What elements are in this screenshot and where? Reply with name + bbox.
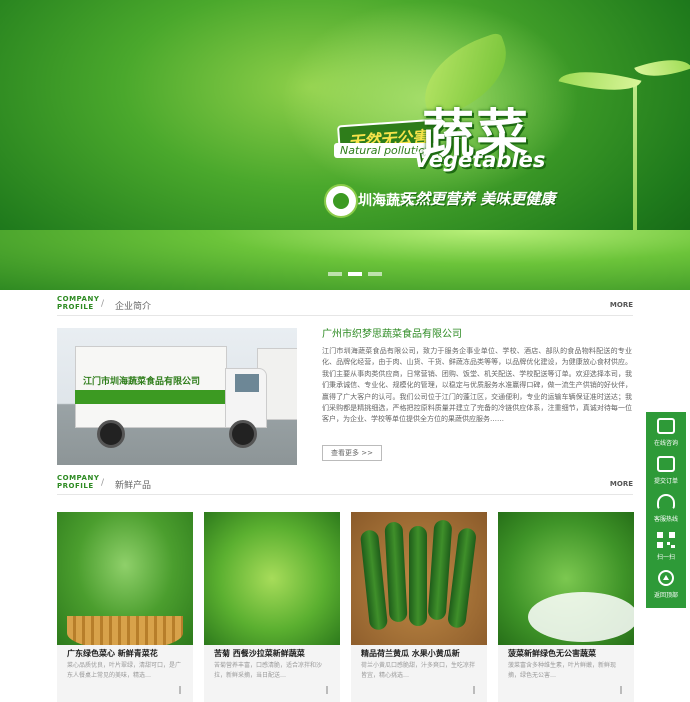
product-name[interactable]: 菠菜新鲜绿色无公害蔬菜 (508, 648, 628, 659)
truck-company-text: 江门市圳海蔬菜食品有限公司 (83, 377, 201, 387)
float-label: 扫一扫 (656, 554, 675, 561)
section-cn-title: 新鲜产品 (115, 481, 152, 491)
more-link[interactable]: MORE (610, 301, 633, 309)
card-divider (620, 686, 622, 694)
truck-window (235, 374, 259, 392)
product-image[interactable] (57, 512, 193, 645)
section-slash: / (101, 299, 105, 309)
product-image[interactable] (498, 512, 634, 645)
product-card[interactable]: 精品荷兰黄瓜 水果小黄瓜新 荷兰小黄瓜口感脆甜，汁多爽口，生吃凉拌皆宜，精心挑选… (351, 512, 487, 702)
banner-slogan: 天然更营养 美味更健康 (400, 190, 556, 208)
hotline-button[interactable]: 客服热线 (646, 490, 686, 528)
truck-cargo-box (75, 346, 227, 428)
more-link[interactable]: MORE (610, 480, 633, 488)
product-card[interactable]: 苦菊 西餐沙拉菜新鲜蔬菜 苦菊营养丰富，口感清脆，适合凉拌和沙拉，新鲜采摘，当日… (204, 512, 340, 702)
section-en-title: COMPANY PROFILE (57, 295, 100, 311)
slider-dot[interactable] (368, 272, 382, 276)
slider-dot[interactable] (328, 272, 342, 276)
card-divider (179, 686, 181, 694)
card-divider (326, 686, 328, 694)
read-more-button[interactable]: 查看更多 >> (322, 445, 382, 461)
basket-decoration (67, 616, 183, 645)
float-label: 在线咨询 (653, 440, 678, 447)
product-description: 菠菜富含多种维生素，叶片鲜嫩，新鲜现摘，绿色无公害… (508, 662, 617, 679)
back-to-top-icon (658, 570, 674, 586)
scan-qr-button[interactable]: 扫一扫 (646, 528, 686, 566)
grass-ground (0, 230, 690, 290)
product-name[interactable]: 广东绿色菜心 新鲜青菜花 (67, 648, 187, 659)
section-slash: / (101, 478, 105, 488)
truck-wheel (97, 420, 125, 448)
product-description: 苦菊营养丰富，口感清脆，适合凉拌和沙拉，新鲜采摘，当日配送… (214, 662, 323, 679)
product-name[interactable]: 精品荷兰黄瓜 水果小黄瓜新 (361, 648, 481, 659)
company-photo: 江门市圳海蔬菜食品有限公司 (57, 328, 297, 465)
product-image[interactable] (204, 512, 340, 645)
slider-dot-active[interactable] (348, 272, 362, 276)
plate-decoration (528, 592, 634, 642)
submit-order-button[interactable]: 提交订单 (646, 452, 686, 490)
company-description: 江门市圳海蔬菜食品有限公司，致力于服务企事业单位、学校、酒店、部队的食品物料配送… (322, 347, 632, 424)
cucumber-shape (359, 529, 389, 631)
order-icon (657, 456, 675, 472)
company-name[interactable]: 广州市织梦思蔬菜食品有限公司 (322, 325, 462, 340)
online-consult-button[interactable]: 在线咨询 (646, 414, 686, 452)
section-en-title: COMPANY PROFILE (57, 474, 100, 490)
section-cn-title: 企业简介 (115, 302, 152, 312)
back-to-top-button[interactable]: 返回顶部 (646, 566, 686, 604)
float-label: 返回顶部 (653, 592, 678, 599)
chat-icon (657, 418, 675, 434)
truck-stripe (75, 390, 225, 404)
brand-logo-icon (324, 184, 358, 218)
product-description: 菜心品质优良，叶片翠绿，清甜可口，是广东人餐桌上常见的美味，精选… (67, 662, 182, 679)
card-divider (473, 686, 475, 694)
float-label: 提交订单 (653, 478, 678, 485)
truck-wheel (229, 420, 257, 448)
banner-title-en: Vegetables (414, 148, 546, 172)
float-label: 客服热线 (653, 516, 678, 523)
product-card[interactable]: 广东绿色菜心 新鲜青菜花 菜心品质优良，叶片翠绿，清甜可口，是广东人餐桌上常见的… (57, 512, 193, 702)
hero-banner[interactable]: 天然无公害 Natural pollution 蔬菜 Vegetables 圳海… (0, 0, 690, 290)
sprout-leaf (634, 49, 690, 87)
qrcode-icon (657, 532, 675, 548)
products-section-header: COMPANY PROFILE / 新鲜产品 MORE (57, 474, 633, 495)
profile-section-header: COMPANY PROFILE / 企业简介 MORE (57, 295, 633, 316)
product-image[interactable] (351, 512, 487, 645)
product-name[interactable]: 苦菊 西餐沙拉菜新鲜蔬菜 (214, 648, 334, 659)
slider-dots (328, 272, 382, 276)
product-description: 荷兰小黄瓜口感脆甜，汁多爽口，生吃凉拌皆宜，精心挑选… (361, 662, 476, 679)
product-card[interactable]: 菠菜新鲜绿色无公害蔬菜 菠菜富含多种维生素，叶片鲜嫩，新鲜现摘，绿色无公害… (498, 512, 634, 702)
cucumber-shape (384, 521, 408, 623)
cucumber-shape (446, 527, 478, 629)
floating-service-bar: 在线咨询 提交订单 客服热线 扫一扫 返回顶部 (646, 412, 686, 608)
cucumber-shape (409, 526, 427, 626)
headset-icon (657, 494, 675, 510)
